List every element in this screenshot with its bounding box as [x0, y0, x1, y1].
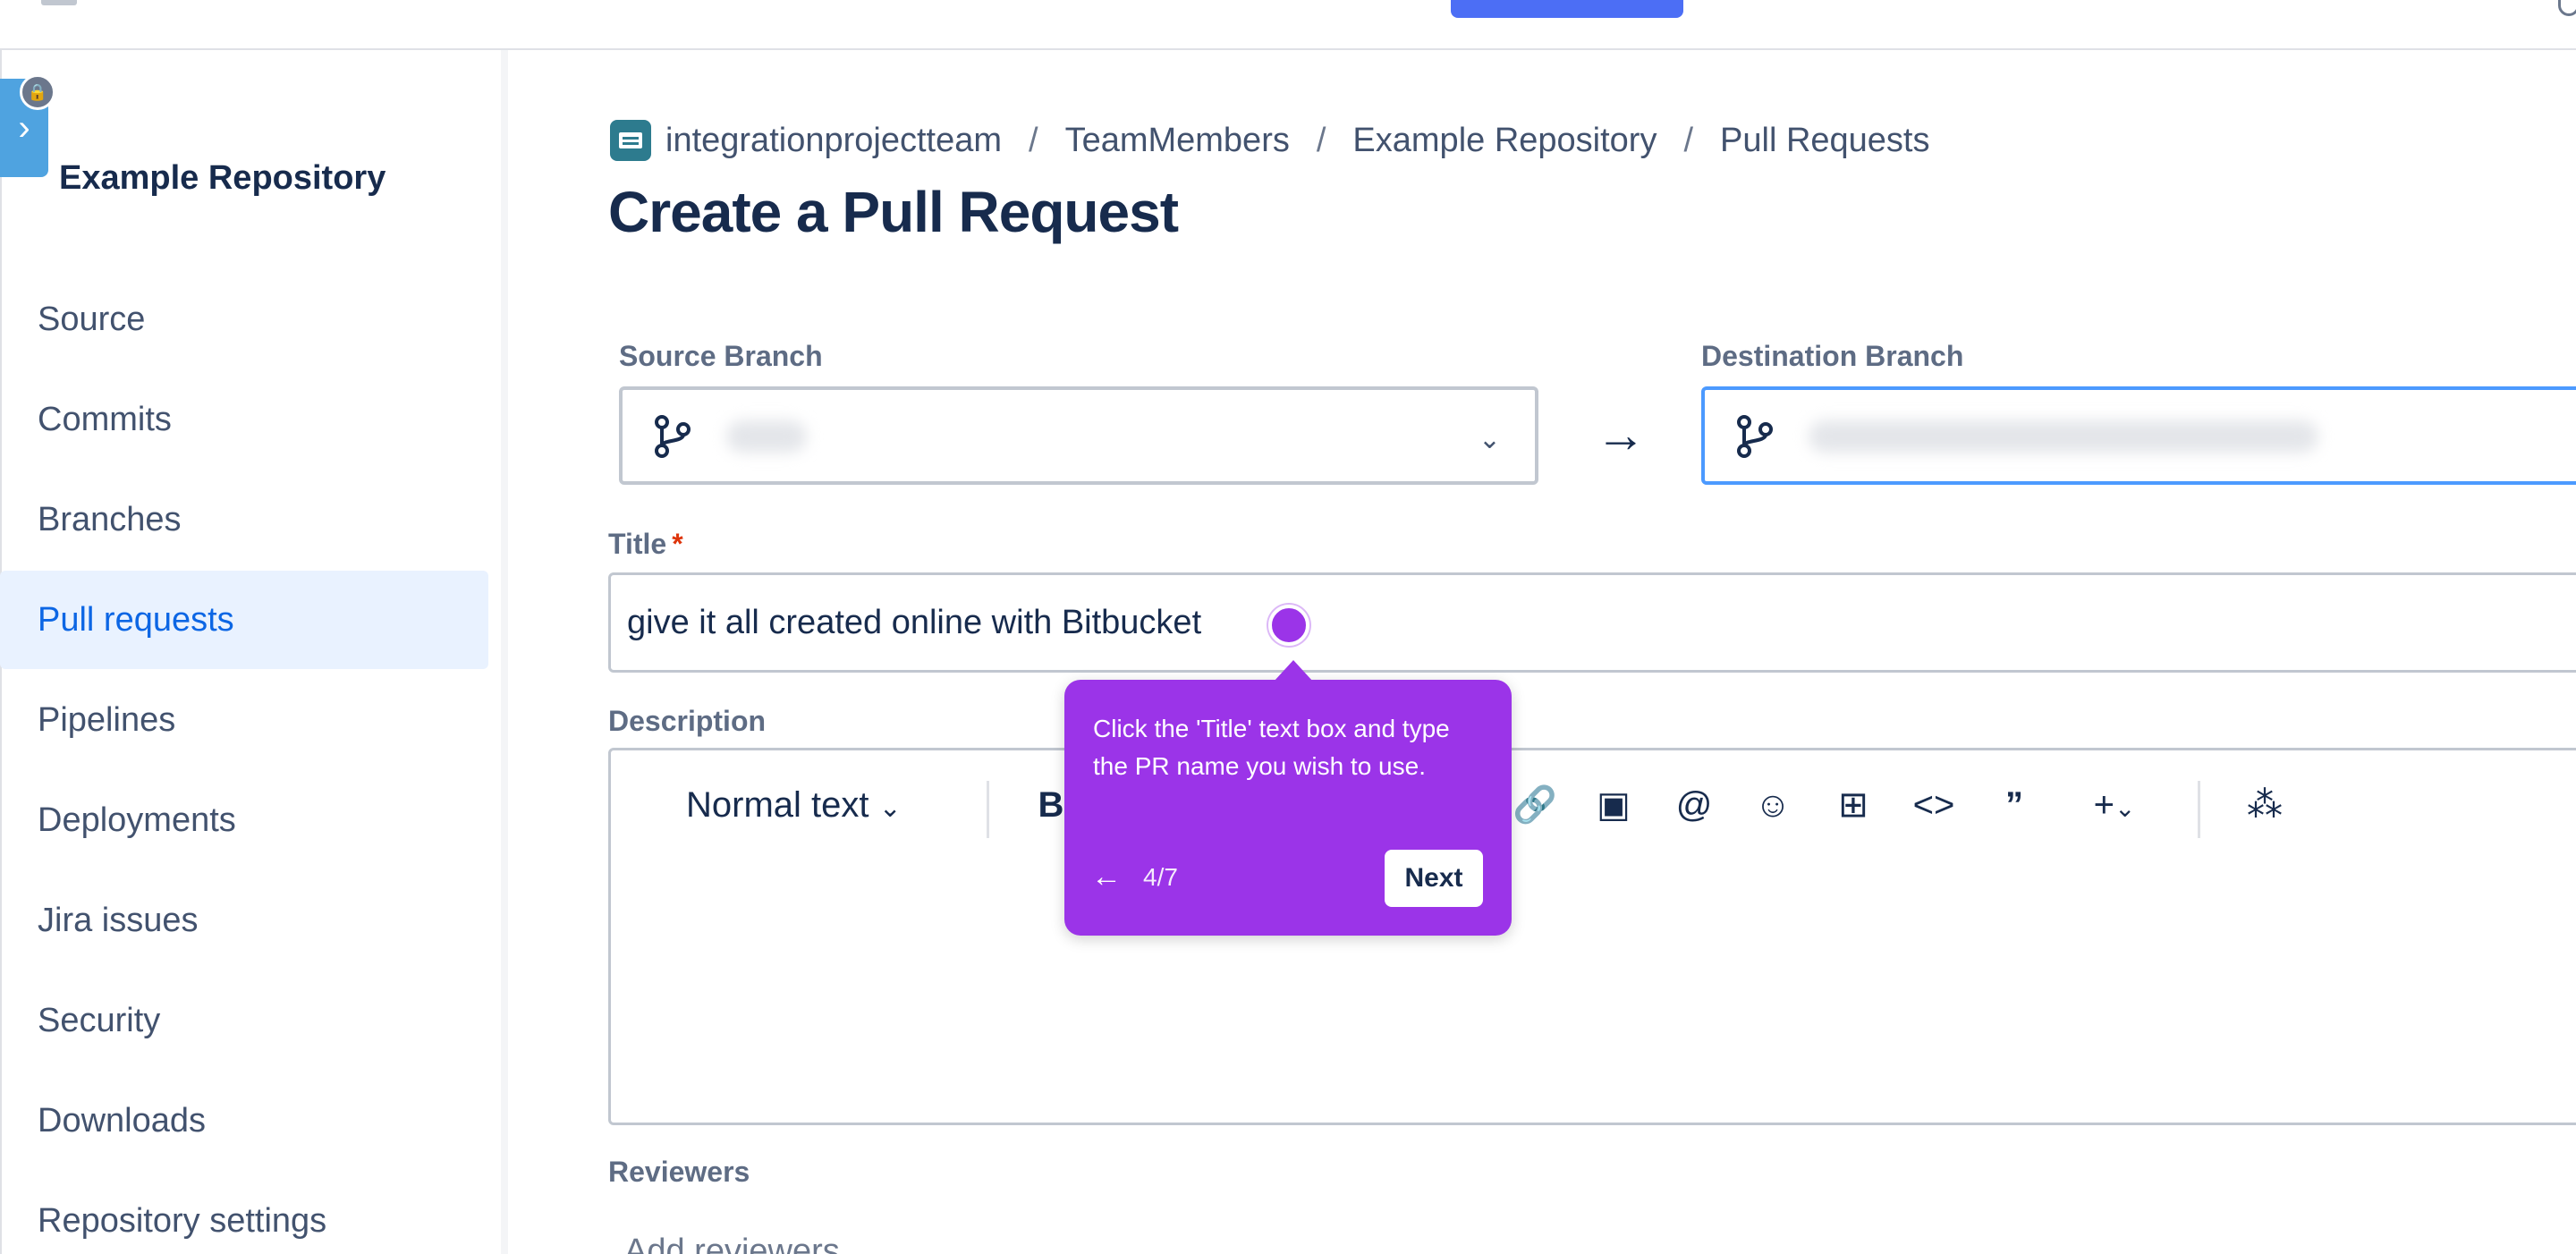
top-bar [0, 0, 2576, 50]
required-mark: * [672, 528, 683, 560]
top-left-fragment [41, 0, 77, 5]
sidebar-item-pipelines[interactable]: Pipelines [0, 671, 488, 769]
description-label: Description [608, 705, 767, 737]
page-title: Create a Pull Request [608, 180, 1179, 244]
chevron-down-icon: ⌄ [878, 793, 902, 823]
tooltip-text: Click the 'Title' text box and type the … [1093, 715, 1450, 780]
link-icon[interactable]: 🔗 [1513, 783, 1557, 827]
quote-icon[interactable]: ” [1992, 783, 2037, 827]
table-icon[interactable]: ⊞ [1831, 783, 1876, 827]
guide-hotspot[interactable] [1268, 605, 1309, 646]
branch-icon [655, 415, 691, 458]
tooltip-step-counter: 4/7 [1143, 863, 1178, 891]
bold-button[interactable]: B [1033, 783, 1069, 827]
reviewers-input[interactable]: Add reviewers [624, 1233, 840, 1254]
branch-icon [1737, 415, 1773, 458]
toolbar-divider [987, 781, 989, 838]
sidebar-item-repository-settings[interactable]: Repository settings [0, 1172, 488, 1254]
source-branch-value-blurred [726, 420, 807, 453]
tooltip-next-button[interactable]: Next [1385, 850, 1483, 907]
guide-tooltip: Click the 'Title' text box and type the … [1064, 660, 1512, 936]
description-editor[interactable]: Normal text ⌄ B 🔗 ▣ @ ☺ ⊞ <> ” +⌄ ⁂ [608, 748, 2576, 1125]
mention-icon[interactable]: @ [1672, 783, 1716, 827]
title-input[interactable]: give it all created online with Bitbucke… [608, 572, 2576, 673]
sidebar-item-downloads[interactable]: Downloads [0, 1072, 488, 1170]
breadcrumb-workspace[interactable]: integrationprojectteam [665, 122, 1002, 160]
chevron-down-icon: ⌄ [1478, 425, 1501, 454]
source-branch-select[interactable]: ⌄ [619, 386, 1538, 485]
text-style-dropdown[interactable]: Normal text ⌄ [686, 783, 954, 827]
reviewers-label: Reviewers [608, 1156, 750, 1188]
toolbar-divider [2198, 781, 2200, 838]
destination-branch-select[interactable] [1701, 386, 2576, 485]
emoji-icon[interactable]: ☺ [1750, 783, 1795, 827]
arrow-right-icon: → [1596, 406, 1646, 462]
breadcrumb-project[interactable]: TeamMembers [1065, 122, 1290, 160]
breadcrumb-repository[interactable]: Example Repository [1352, 122, 1657, 160]
breadcrumb-separator: / [1029, 121, 1038, 159]
source-branch-label: Source Branch [619, 340, 823, 372]
sidebar-item-branches[interactable]: Branches [0, 470, 488, 569]
ai-sparkle-icon[interactable]: ⁂ [2242, 783, 2287, 827]
repo-name[interactable]: Example Repository [59, 159, 386, 198]
sidebar-item-deployments[interactable]: Deployments [0, 771, 488, 869]
sidebar-item-commits[interactable]: Commits [0, 370, 488, 469]
image-icon[interactable]: ▣ [1591, 783, 1636, 827]
sidebar-item-source[interactable]: Source [0, 270, 488, 369]
text-style-label: Normal text [686, 785, 869, 825]
back-arrow-icon[interactable]: ← [1091, 859, 1122, 894]
breadcrumb-separator: / [1683, 121, 1694, 159]
sidebar-item-security[interactable]: Security [0, 971, 488, 1070]
insert-plus-icon[interactable]: +⌄ [2074, 783, 2155, 827]
top-right-icon[interactable] [2558, 0, 2576, 16]
breadcrumb: integrationprojectteam / TeamMembers / E… [610, 118, 1930, 163]
workspace-logo-icon [610, 120, 651, 161]
destination-branch-label: Destination Branch [1701, 340, 1964, 372]
breadcrumb-separator: / [1316, 121, 1326, 159]
lock-icon: 🔒 [20, 74, 55, 110]
code-icon[interactable]: <> [1911, 783, 1956, 827]
title-label: Title * [608, 528, 683, 561]
top-create-button[interactable] [1451, 0, 1683, 18]
sidebar-item-jira-issues[interactable]: Jira issues [0, 871, 488, 970]
title-label-text: Title [608, 528, 667, 560]
destination-branch-value-blurred [1809, 420, 2318, 453]
breadcrumb-pull-requests[interactable]: Pull Requests [1720, 122, 1929, 160]
sidebar-item-pull-requests[interactable]: Pull requests [0, 571, 488, 669]
